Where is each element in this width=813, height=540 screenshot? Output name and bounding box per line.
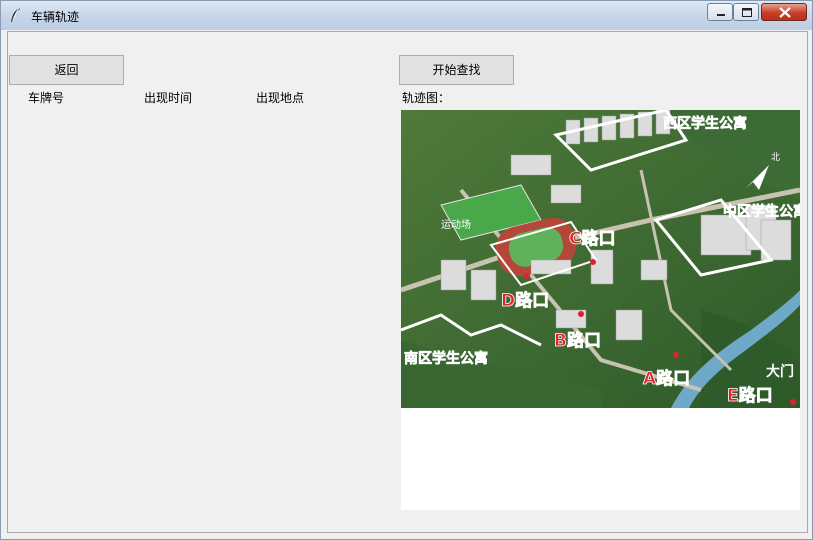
gate-d-marker	[524, 273, 530, 279]
start-search-button[interactable]: 开始查找	[399, 55, 514, 85]
sports-field-label: 运动场	[441, 218, 471, 231]
gate-d-label: D路口	[501, 290, 549, 311]
location-column-header: 出现地点	[256, 91, 305, 105]
time-column-header: 出现时间	[144, 91, 193, 105]
back-button[interactable]: 返回	[9, 55, 124, 85]
svg-text:北: 北	[771, 152, 780, 163]
south-dorm-label: 南区学生公寓	[404, 350, 488, 367]
maximize-button[interactable]	[733, 3, 759, 21]
gate-c-label: C路口	[569, 228, 615, 249]
gate-b-marker	[578, 311, 584, 317]
minimize-button[interactable]	[707, 3, 733, 21]
west-dorm-label: 西区学生公寓	[663, 115, 747, 132]
middle-dorm-label: 中区学生公寓	[723, 203, 800, 220]
close-icon	[779, 7, 791, 18]
gate-e-label: E路口	[727, 385, 773, 406]
title-bar[interactable]: 车辆轨迹	[1, 1, 812, 30]
minimize-icon	[717, 14, 725, 16]
gate-e-marker	[790, 399, 796, 405]
trajectory-canvas[interactable]: 西区学生公寓 中区学生公寓 南区学生公寓 运动场 大门 C路口 D路口 B路口 …	[401, 110, 800, 510]
plate-column-header: 车牌号	[28, 91, 65, 105]
gate-b-label: B路口	[554, 330, 601, 351]
main-gate-label: 大门	[766, 363, 794, 380]
trajectory-map-label: 轨迹图：	[402, 91, 451, 105]
campus-map-image: 西区学生公寓 中区学生公寓 南区学生公寓 运动场 大门 C路口 D路口 B路口 …	[401, 110, 800, 408]
gate-a-label: A路口	[643, 368, 690, 389]
gate-a-marker	[673, 352, 679, 358]
app-window: 车辆轨迹 返回 开始查找 车牌号 出现时间 出现地点 轨迹图： 西区学生公寓 中…	[0, 0, 813, 540]
window-title: 车辆轨迹	[31, 10, 80, 24]
maximize-icon	[742, 8, 752, 17]
feather-icon	[11, 7, 20, 22]
close-button[interactable]	[761, 3, 807, 21]
gate-c-marker	[590, 259, 596, 265]
